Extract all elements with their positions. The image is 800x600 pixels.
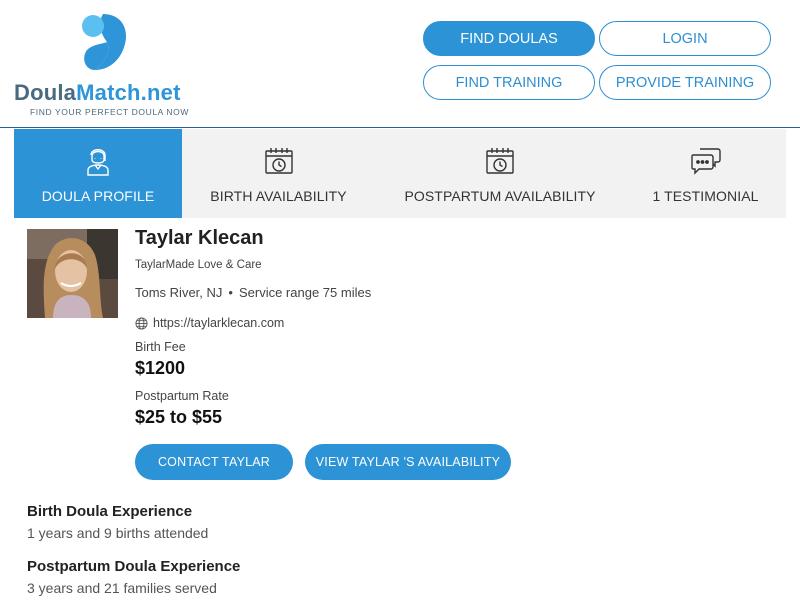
tab-label: DOULA PROFILE	[41, 188, 155, 204]
contact-button[interactable]: CONTACT TAYLAR	[135, 444, 293, 480]
login-button[interactable]: LOGIN	[599, 21, 771, 56]
website: https://taylarklecan.com	[135, 316, 284, 330]
site-logo[interactable]: DoulaMatch.net FIND YOUR PERFECT DOULA N…	[14, 10, 204, 120]
tab-birth-availability[interactable]: BIRTH AVAILABILITY	[182, 129, 375, 218]
logo-wordmark: DoulaMatch.net	[14, 80, 181, 106]
calendar-clock-icon	[485, 145, 515, 177]
service-range: Service range 75 miles	[238, 285, 372, 300]
birth-experience-title: Birth Doula Experience	[27, 503, 193, 520]
profile-tabs: DOULA PROFILE BIRTH AVAILABILITY POSTPAR…	[14, 129, 786, 218]
doula-person-icon	[83, 145, 113, 177]
tab-postpartum-availability[interactable]: POSTPARTUM AVAILABILITY	[375, 129, 625, 218]
calendar-clock-icon	[264, 145, 294, 177]
business-name: TaylarMade Love & Care	[135, 259, 262, 271]
birth-experience-text: 1 years and 9 births attended	[27, 525, 209, 541]
view-availability-button[interactable]: VIEW TAYLAR 'S AVAILABILITY	[305, 444, 511, 480]
tab-testimonials[interactable]: 1 TESTIMONIAL	[625, 129, 786, 218]
tab-label: POSTPARTUM AVAILABILITY	[404, 188, 596, 204]
website-link[interactable]: https://taylarklecan.com	[153, 316, 284, 330]
location-line: Toms River, NJ • Service range 75 miles	[135, 285, 371, 300]
separator-dot: •	[228, 285, 233, 300]
logo-name-part2: Match.net	[76, 80, 181, 105]
find-training-button[interactable]: FIND TRAINING	[423, 65, 595, 100]
tab-doula-profile[interactable]: DOULA PROFILE	[14, 129, 182, 218]
logo-mark-icon	[82, 14, 127, 70]
tab-label: BIRTH AVAILABILITY	[210, 188, 347, 204]
chat-bubbles-icon	[690, 145, 721, 177]
postpartum-rate-label: Postpartum Rate	[135, 389, 229, 403]
city: Toms River, NJ	[135, 285, 223, 300]
provide-training-button[interactable]: PROVIDE TRAINING	[599, 65, 771, 100]
find-doulas-button[interactable]: FIND DOULAS	[423, 21, 595, 56]
globe-icon	[135, 316, 148, 330]
page: DoulaMatch.net FIND YOUR PERFECT DOULA N…	[0, 0, 800, 600]
logo-tagline: FIND YOUR PERFECT DOULA NOW	[30, 107, 189, 117]
birth-fee-value: $1200	[135, 358, 186, 378]
postpartum-experience-text: 3 years and 21 families served	[27, 580, 217, 596]
doula-photo	[27, 229, 118, 318]
birth-fee-label: Birth Fee	[135, 340, 186, 354]
site-header: DoulaMatch.net FIND YOUR PERFECT DOULA N…	[0, 0, 800, 128]
logo-name-part1: Doula	[14, 80, 77, 105]
postpartum-experience-title: Postpartum Doula Experience	[27, 558, 241, 575]
postpartum-rate-value: $25 to $55	[135, 407, 223, 427]
doula-name: Taylar Klecan	[135, 227, 264, 249]
tab-label: 1 TESTIMONIAL	[652, 188, 759, 204]
